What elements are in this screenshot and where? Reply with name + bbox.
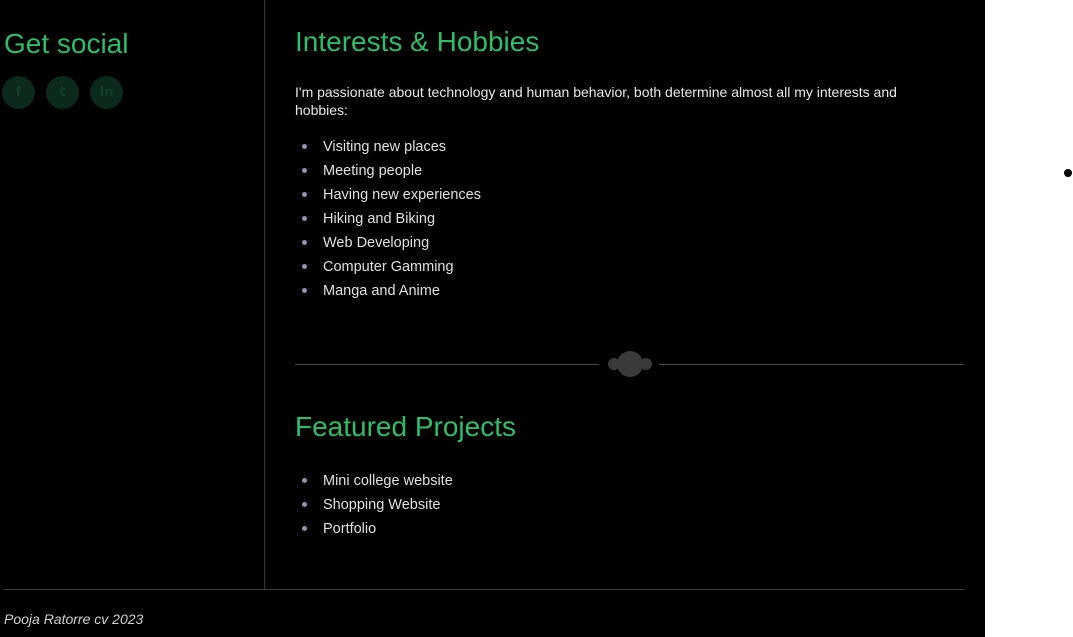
list-item: Visiting new places <box>295 135 481 159</box>
projects-list: Mini college website Shopping Website Po… <box>295 469 453 541</box>
twitter-icon[interactable]: t <box>46 76 79 109</box>
list-item: Mini college website <box>295 469 453 493</box>
list-item: Portfolio <box>295 517 453 541</box>
list-item: Computer Gamming <box>295 255 481 279</box>
list-item: Hiking and Biking <box>295 207 481 231</box>
list-item: Manga and Anime <box>295 279 481 303</box>
sidebar: Get social f t in <box>0 0 265 589</box>
list-item: Web Developing <box>295 231 481 255</box>
interests-heading: Interests & Hobbies <box>295 26 540 57</box>
get-social-heading: Get social <box>4 28 129 59</box>
section-divider <box>295 351 964 377</box>
linkedin-icon[interactable]: in <box>90 76 123 109</box>
cv-page: Get social f t in Interests & Hobbies I'… <box>0 0 985 637</box>
list-item: Shopping Website <box>295 493 453 517</box>
facebook-icon[interactable]: f <box>2 76 35 109</box>
footer-divider <box>4 589 964 590</box>
interests-list: Visiting new places Meeting people Havin… <box>295 135 481 303</box>
divider-line-right <box>659 364 964 365</box>
projects-heading: Featured Projects <box>295 411 516 442</box>
divider-ornament-icon <box>607 350 653 378</box>
list-item: Meeting people <box>295 159 481 183</box>
bullet-icon <box>1064 169 1072 177</box>
list-item: Having new experiences <box>295 183 481 207</box>
divider-line-left <box>295 364 599 365</box>
social-links: f t in <box>2 76 123 109</box>
footer-credit: Pooja Ratorre cv 2023 <box>4 611 144 627</box>
interests-intro: I'm passionate about technology and huma… <box>295 84 897 118</box>
